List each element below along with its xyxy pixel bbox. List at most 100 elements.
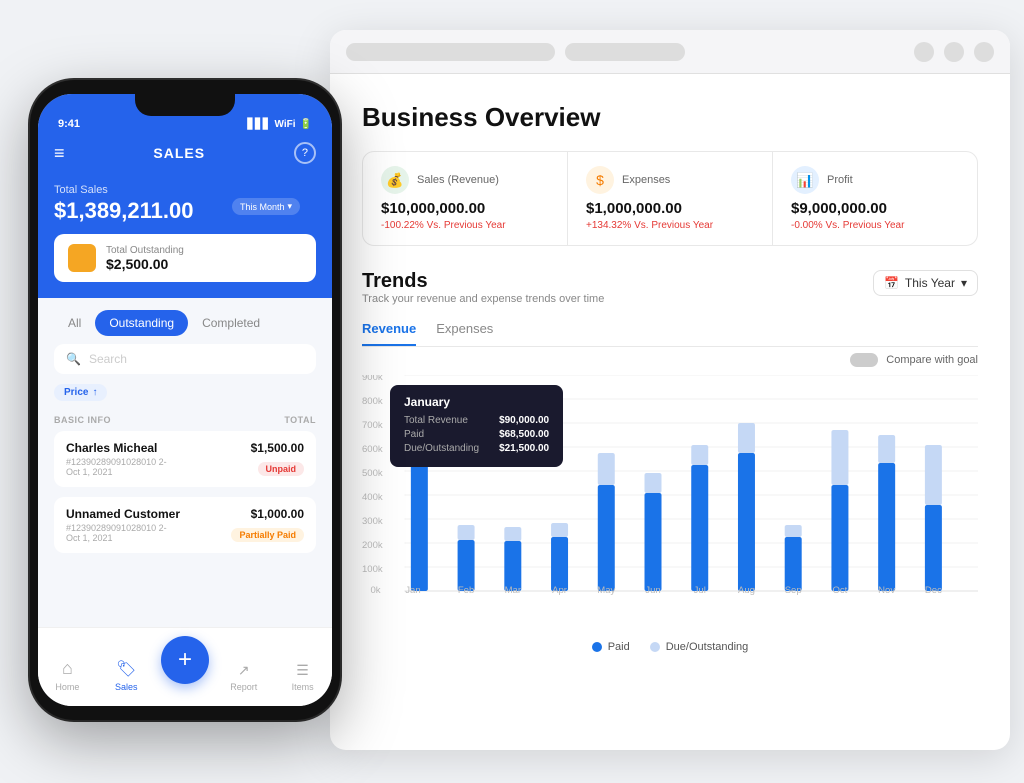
tab-expenses[interactable]: Expenses [436, 321, 493, 346]
nav-home-label: Home [55, 682, 79, 692]
svg-text:Jun: Jun [645, 585, 660, 595]
search-bar[interactable]: 🔍 Search [54, 344, 316, 374]
tooltip-revenue-row: Total Revenue $90,000.00 [404, 415, 549, 426]
filter-tabs: All Outstanding Completed [38, 298, 332, 344]
tooltip-paid-label: Paid [404, 429, 424, 440]
invoice-date-1: Oct 1, 2021 [66, 467, 167, 477]
chart-tabs: Revenue Expenses [362, 321, 978, 347]
trends-header: Trends Track your revenue and expense tr… [362, 270, 978, 317]
expenses-icon: $ [586, 166, 614, 194]
svg-text:Jul: Jul [694, 585, 706, 595]
year-selector-label: This Year [905, 276, 955, 290]
svg-text:400k: 400k [362, 492, 383, 502]
revenue-icon: 💰 [381, 166, 409, 194]
filter-tab-completed[interactable]: Completed [188, 310, 274, 336]
expenses-change: +134.32% Vs. Previous Year [586, 220, 754, 231]
compare-toggle[interactable] [850, 353, 878, 367]
this-month-button[interactable]: This Month ▾ [232, 198, 300, 215]
fab-button[interactable]: + [161, 636, 209, 684]
help-icon[interactable]: ? [294, 142, 316, 164]
business-overview-title: Business Overview [362, 102, 978, 133]
expenses-value: $1,000,000.00 [586, 200, 754, 217]
tab-revenue[interactable]: Revenue [362, 321, 416, 346]
battery-icon: 🔋 [300, 119, 312, 130]
filter-tab-outstanding[interactable]: Outstanding [95, 310, 188, 336]
invoice-name-2: Unnamed Customer [66, 507, 180, 521]
stat-profit: 📊 Profit $9,000,000.00 -0.00% Vs. Previo… [773, 152, 977, 245]
trends-title: Trends [362, 270, 604, 293]
phone-notch [135, 94, 235, 116]
profit-icon: 📊 [791, 166, 819, 194]
invoice-item-1[interactable]: Charles Micheal #12390289091028010 2- Oc… [54, 431, 316, 487]
invoice-info-1: Charles Micheal #12390289091028010 2- Oc… [66, 441, 167, 477]
total-sales-value: $1,389,211.00 [54, 198, 193, 224]
top-bar-pill-1 [346, 43, 555, 61]
filter-tab-all[interactable]: All [54, 310, 95, 336]
chevron-down-icon: ▾ [961, 276, 967, 290]
nav-sales[interactable]: 🏷 Sales [97, 659, 156, 692]
tooltip-paid-value: $68,500.00 [499, 429, 549, 440]
svg-text:Oct: Oct [833, 585, 848, 595]
this-month-label: This Month [240, 202, 285, 212]
svg-text:800k: 800k [362, 396, 383, 406]
total-row: Total Sales $1,389,211.00 This Month ▾ [54, 184, 316, 234]
sort-chip[interactable]: Price ↑ [54, 384, 107, 401]
status-icons: ▋▋▋ WiFi 🔋 [247, 119, 312, 130]
svg-text:0k: 0k [370, 585, 380, 595]
invoice-name-1: Charles Micheal [66, 441, 167, 455]
profit-value: $9,000,000.00 [791, 200, 959, 217]
expenses-label: Expenses [622, 174, 670, 186]
status-badge-1: Unpaid [258, 462, 305, 476]
legend-due-label: Due/Outstanding [666, 641, 749, 653]
trends-subtitle: Track your revenue and expense trends ov… [362, 293, 604, 305]
top-bar-btn-1[interactable] [914, 42, 934, 62]
nav-home[interactable]: ⌂ Home [38, 658, 97, 692]
status-badge-2: Partially Paid [231, 528, 304, 542]
invoice-amount-1: $1,500.00 [251, 441, 304, 455]
desktop-content: Business Overview 💰 Sales (Revenue) $10,… [330, 74, 1010, 750]
outstanding-label: Total Outstanding [106, 245, 184, 256]
invoice-list: Charles Micheal #12390289091028010 2- Oc… [38, 431, 332, 627]
nav-items-label: Items [292, 682, 314, 692]
report-icon: ↗ [238, 662, 250, 679]
nav-report[interactable]: ↗ Report [214, 662, 273, 692]
svg-text:Sep: Sep [785, 585, 802, 595]
svg-text:Apr: Apr [552, 585, 567, 595]
nav-sales-label: Sales [115, 682, 138, 692]
status-time: 9:41 [58, 118, 80, 130]
top-bar [330, 30, 1010, 74]
nav-items[interactable]: ☰ Items [273, 662, 332, 692]
top-bar-btn-3[interactable] [974, 42, 994, 62]
svg-text:600k: 600k [362, 444, 383, 454]
phone-screen: 9:41 ▋▋▋ WiFi 🔋 ≡ SALES ? Total Sales [38, 94, 332, 706]
invoice-date-2: Oct 1, 2021 [66, 533, 180, 543]
year-selector[interactable]: 📅 This Year ▾ [873, 270, 978, 296]
invoice-item-2[interactable]: Unnamed Customer #12390289091028010 2- O… [54, 497, 316, 553]
stat-expenses: $ Expenses $1,000,000.00 +134.32% Vs. Pr… [568, 152, 773, 245]
svg-text:900k: 900k [362, 375, 383, 382]
sales-icon: 🏷 [116, 659, 136, 679]
sort-direction-icon: ↑ [92, 387, 97, 398]
home-icon: ⌂ [62, 658, 73, 679]
invoice-ref-1: #12390289091028010 2- [66, 457, 167, 467]
menu-icon[interactable]: ≡ [54, 143, 65, 164]
profit-change: -0.00% Vs. Previous Year [791, 220, 959, 231]
top-bar-btn-2[interactable] [944, 42, 964, 62]
stat-revenue: 💰 Sales (Revenue) $10,000,000.00 -100.22… [363, 152, 568, 245]
list-col-basic-info: BASIC INFO [54, 415, 111, 425]
sort-row: Price ↑ [38, 382, 332, 409]
svg-text:500k: 500k [362, 468, 383, 478]
list-header: BASIC INFO TOTAL [38, 409, 332, 431]
svg-text:May: May [597, 585, 615, 595]
help-icon-label: ? [302, 147, 308, 159]
tooltip-paid-row: Paid $68,500.00 [404, 429, 549, 440]
signal-icon: ▋▋▋ [247, 119, 270, 130]
total-sales-label: Total Sales [54, 184, 316, 196]
svg-text:700k: 700k [362, 420, 383, 430]
nav-report-label: Report [230, 682, 257, 692]
calendar-icon: 📅 [884, 276, 899, 290]
legend-due-dot [650, 642, 660, 652]
profit-label: Profit [827, 174, 853, 186]
chart-tooltip: January Total Revenue $90,000.00 Paid $6… [390, 385, 563, 467]
tooltip-month: January [404, 395, 549, 409]
